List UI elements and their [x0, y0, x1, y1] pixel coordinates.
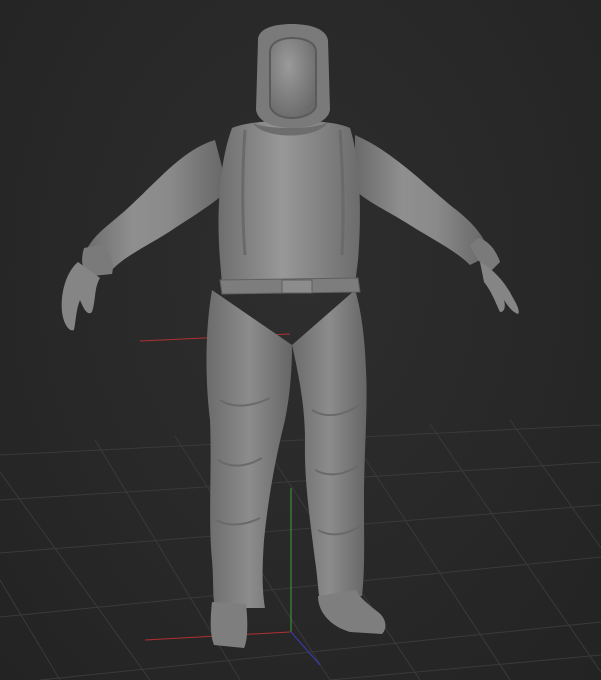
helmet	[256, 24, 330, 128]
left-arm	[61, 140, 228, 331]
z-axis-line-lower	[290, 631, 321, 666]
legs	[206, 290, 367, 608]
visor	[269, 36, 317, 120]
3d-viewport[interactable]	[0, 0, 601, 680]
right-arm	[355, 135, 519, 314]
floor-grid	[0, 419, 601, 680]
torso	[218, 120, 360, 285]
hazmat-suit-model[interactable]	[61, 24, 519, 648]
viewport-canvas[interactable]	[0, 0, 601, 680]
belt	[219, 277, 361, 295]
